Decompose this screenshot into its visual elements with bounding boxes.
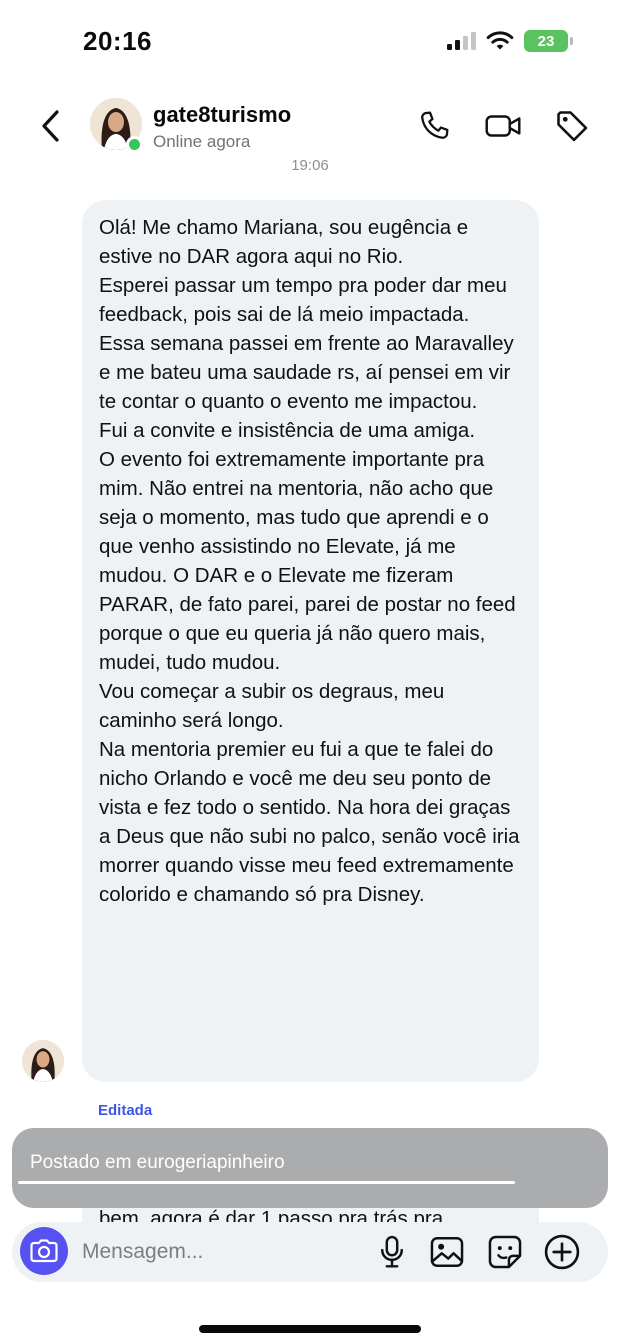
posted-toast[interactable]: Postado em eurogeriapinheiro — [12, 1128, 608, 1208]
sticker-icon — [488, 1235, 522, 1269]
profile-photo — [22, 1040, 64, 1082]
message-input[interactable] — [82, 1237, 352, 1267]
microphone-icon — [381, 1235, 403, 1268]
call-button[interactable] — [414, 106, 454, 146]
back-button[interactable] — [36, 106, 66, 146]
sticker-button[interactable] — [485, 1232, 525, 1272]
message-paragraph: O evento foi extremamente importante pra… — [99, 448, 516, 674]
cellular-signal-icon — [447, 32, 476, 50]
wifi-icon — [486, 31, 514, 50]
gallery-button[interactable] — [427, 1232, 467, 1272]
message-paragraph: Na mentoria premier eu fui a que te fale… — [99, 738, 520, 906]
edited-label[interactable]: Editada — [98, 1102, 152, 1119]
contact-name[interactable]: gate8turismo — [153, 102, 291, 128]
label-button[interactable] — [552, 106, 592, 146]
message-paragraph: Olá! Me chamo Mariana, sou eugência e es… — [99, 216, 469, 268]
message-timestamp: 19:06 — [291, 157, 329, 174]
online-indicator — [126, 136, 143, 153]
more-options-button[interactable] — [542, 1232, 582, 1272]
battery-level: 23 — [537, 32, 555, 50]
status-icons: 23 — [446, 30, 573, 52]
status-time: 20:16 — [83, 26, 152, 56]
phone-icon — [421, 111, 449, 139]
back-chevron-icon — [42, 110, 59, 142]
toast-text: Postado em eurogeriapinheiro — [30, 1152, 285, 1173]
video-call-button[interactable] — [483, 106, 523, 146]
voice-message-button[interactable] — [372, 1232, 412, 1272]
gallery-icon — [430, 1237, 464, 1267]
home-indicator — [199, 1325, 421, 1333]
camera-icon — [30, 1239, 58, 1263]
message-paragraph: Essa semana passei em frente ao Maravall… — [99, 332, 514, 413]
message-paragraph: Vou começar a subir os degraus, meu cami… — [99, 680, 445, 732]
sender-avatar[interactable] — [22, 1040, 64, 1082]
message-paragraph: Esperei passar um tempo pra poder dar me… — [99, 274, 507, 326]
message-bubble[interactable]: Olá! Me chamo Mariana, sou eugência e es… — [82, 200, 539, 1082]
battery-icon: 23 — [524, 30, 573, 52]
tag-icon — [557, 111, 588, 142]
plus-circle-icon — [544, 1234, 580, 1270]
camera-button[interactable] — [20, 1227, 68, 1275]
message-paragraph: Fui a convite e insistência de uma amiga… — [99, 419, 476, 442]
contact-status: Online agora — [153, 132, 251, 151]
chat-header: gate8turismo Online agora — [0, 90, 620, 162]
toast-progress-bar — [18, 1181, 515, 1184]
video-call-icon — [485, 115, 521, 137]
